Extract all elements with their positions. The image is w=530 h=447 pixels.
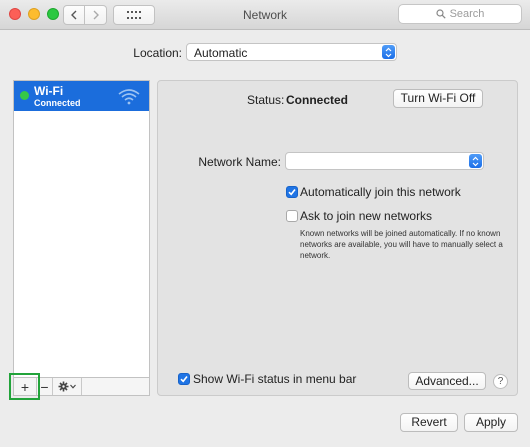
auto-join-label[interactable]: Automatically join this network [300,185,461,199]
chevron-left-icon [71,10,77,20]
location-popup[interactable]: Automatic [186,43,397,61]
service-name: Wi-Fi [34,84,64,98]
network-preferences-window: Network Search Location: Automatic Wi-Fi… [0,0,530,447]
gear-icon [58,381,69,392]
search-placeholder: Search [449,8,485,20]
network-name-popup[interactable] [285,152,484,170]
checkmark-icon [180,376,188,383]
ask-join-label[interactable]: Ask to join new networks [300,209,432,223]
ask-join-checkbox[interactable] [286,210,298,222]
search-field[interactable]: Search [398,4,522,24]
window-title: Network [242,8,287,22]
popup-arrows-icon [382,45,395,59]
ask-join-help-text: Known networks will be joined automatica… [300,229,503,260]
popup-arrows-icon [469,154,482,168]
back-forward-group [63,5,107,25]
action-menu-button[interactable] [53,378,82,395]
service-status: Connected [34,98,81,108]
close-window-button[interactable] [9,8,21,20]
show-all-button[interactable] [113,5,155,25]
checkmark-icon [288,189,296,196]
turn-wifi-off-button[interactable]: Turn Wi-Fi Off [393,89,483,108]
status-value: Connected [286,93,349,107]
help-button[interactable]: ? [493,374,508,389]
location-label: Location: [133,46,182,60]
zoom-window-button[interactable] [47,8,59,20]
wifi-icon [118,89,140,105]
forward-button[interactable] [85,5,107,25]
add-button-highlight [9,373,40,400]
status-label: Status: [247,93,285,107]
show-status-label[interactable]: Show Wi-Fi status in menu bar [193,372,356,386]
revert-button[interactable]: Revert [400,413,458,432]
location-value: Automatic [194,46,248,60]
network-name-label: Network Name: [198,155,281,169]
chevron-down-icon [70,384,76,389]
auto-join-checkbox[interactable] [286,186,298,198]
service-list[interactable]: Wi-Fi Connected [13,80,150,378]
title-bar: Network Search [0,0,530,30]
back-button[interactable] [63,5,85,25]
service-item-wifi[interactable]: Wi-Fi Connected [14,81,149,111]
chevron-right-icon [93,10,99,20]
minimize-window-button[interactable] [28,8,40,20]
status-dot [20,91,29,100]
show-status-checkbox[interactable] [178,373,190,385]
search-icon [435,9,446,19]
apply-button[interactable]: Apply [464,413,518,432]
grid-icon [127,11,141,19]
advanced-button[interactable]: Advanced... [408,372,486,390]
